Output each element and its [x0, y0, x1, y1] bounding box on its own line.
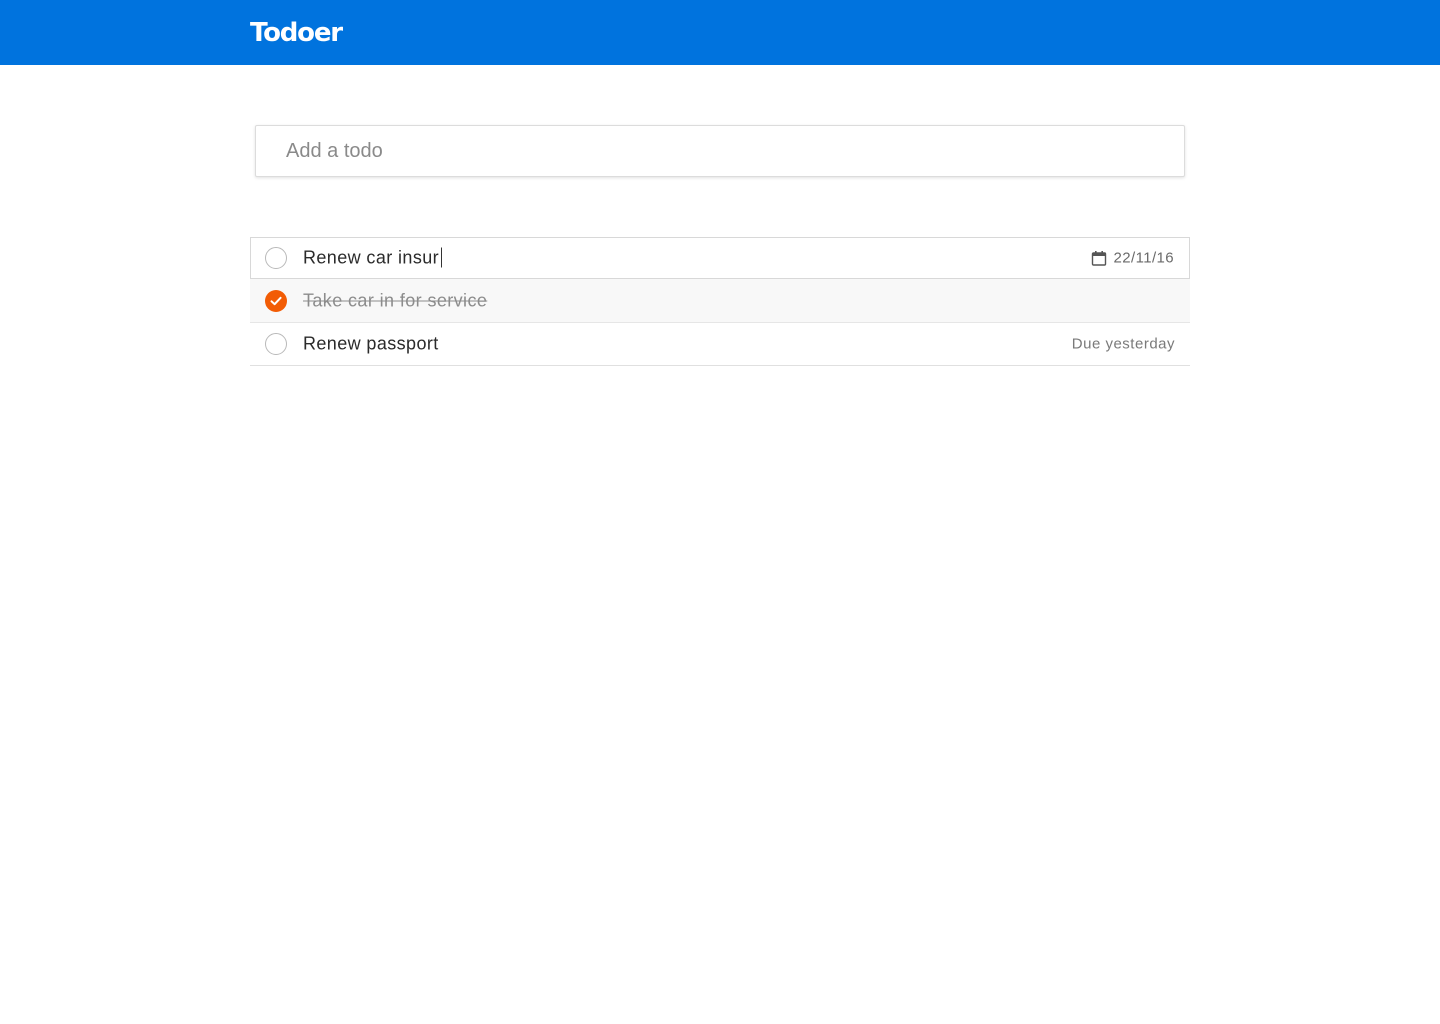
checkmark-icon — [270, 296, 282, 305]
calendar-icon[interactable] — [1091, 250, 1107, 266]
todo-text[interactable]: Take car in for service — [303, 290, 487, 311]
todo-item[interactable]: Renew passport Due yesterday — [250, 323, 1190, 366]
app-logo[interactable]: Todoer — [250, 15, 343, 51]
due-date-picker[interactable]: 22/11/16 — [1091, 250, 1174, 267]
todo-text: Renew car insur — [303, 247, 440, 268]
text-cursor — [441, 247, 443, 268]
due-status-label[interactable]: Due yesterday — [1072, 336, 1175, 353]
add-todo-box[interactable] — [255, 125, 1185, 177]
todo-item-editing[interactable]: Renew car insur 22/11/16 — [250, 237, 1190, 279]
add-todo-input[interactable] — [256, 126, 1184, 176]
todo-list: Renew car insur 22/11/16 Take car in for… — [250, 237, 1190, 366]
todo-checkbox-checked[interactable] — [265, 289, 287, 312]
todo-item-completed[interactable]: Take car in for service — [250, 279, 1190, 323]
due-date-label[interactable]: 22/11/16 — [1114, 250, 1174, 267]
todo-checkbox[interactable] — [265, 247, 287, 269]
todo-text[interactable]: Renew passport — [303, 334, 439, 355]
todo-edit-field[interactable]: Renew car insur — [303, 247, 443, 269]
app-header: Todoer — [0, 0, 1440, 65]
todo-checkbox[interactable] — [265, 333, 287, 355]
